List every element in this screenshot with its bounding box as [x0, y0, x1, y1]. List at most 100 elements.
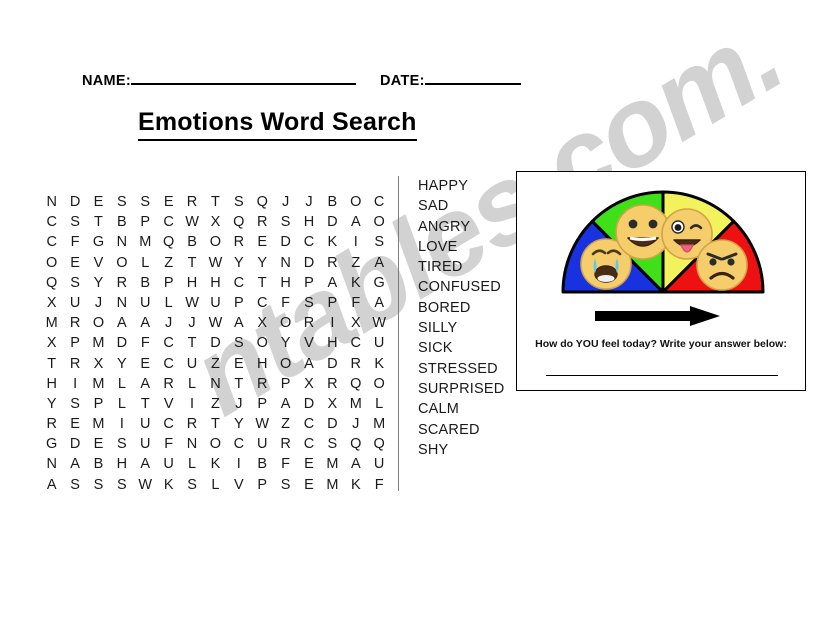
grid-cell[interactable]: S — [134, 192, 157, 212]
grid-cell[interactable]: R — [157, 374, 180, 394]
grid-cell[interactable]: F — [63, 232, 86, 252]
grid-cell[interactable]: M — [134, 232, 157, 252]
grid-cell[interactable]: E — [251, 232, 274, 252]
grid-cell[interactable]: B — [180, 232, 203, 252]
grid-cell[interactable]: R — [180, 414, 203, 434]
grid-cell[interactable]: P — [87, 394, 110, 414]
grid-cell[interactable]: Y — [87, 273, 110, 293]
grid-cell[interactable]: G — [40, 434, 63, 454]
grid-cell[interactable]: Q — [157, 232, 180, 252]
grid-cell[interactable]: Q — [367, 434, 390, 454]
grid-cell[interactable]: Y — [274, 333, 297, 353]
grid-cell[interactable]: X — [204, 212, 227, 232]
grid-cell[interactable]: K — [157, 475, 180, 495]
grid-cell[interactable]: X — [344, 313, 367, 333]
grid-cell[interactable]: R — [40, 414, 63, 434]
grid-cell[interactable]: I — [110, 414, 133, 434]
grid-cell[interactable]: H — [297, 212, 320, 232]
grid-cell[interactable]: M — [321, 454, 344, 474]
grid-cell[interactable]: A — [344, 212, 367, 232]
grid-cell[interactable]: L — [134, 253, 157, 273]
grid-cell[interactable]: Q — [251, 192, 274, 212]
word-list-item[interactable]: LOVE — [418, 237, 504, 257]
grid-cell[interactable]: E — [87, 192, 110, 212]
grid-cell[interactable]: F — [157, 434, 180, 454]
grid-cell[interactable]: N — [40, 192, 63, 212]
grid-cell[interactable]: V — [227, 475, 250, 495]
grid-cell[interactable]: C — [251, 293, 274, 313]
grid-cell[interactable]: Z — [344, 253, 367, 273]
grid-cell[interactable]: E — [157, 192, 180, 212]
grid-cell[interactable]: J — [297, 192, 320, 212]
grid-cell[interactable]: D — [321, 354, 344, 374]
grid-cell[interactable]: X — [297, 374, 320, 394]
grid-cell[interactable]: T — [204, 414, 227, 434]
date-input-line[interactable] — [424, 70, 521, 85]
grid-cell[interactable]: P — [134, 212, 157, 232]
grid-cell[interactable]: A — [321, 273, 344, 293]
grid-cell[interactable]: S — [110, 434, 133, 454]
grid-cell[interactable]: N — [274, 253, 297, 273]
grid-cell[interactable]: S — [227, 333, 250, 353]
grid-cell[interactable]: G — [87, 232, 110, 252]
word-list-item[interactable]: SHY — [418, 440, 504, 460]
grid-cell[interactable]: X — [40, 333, 63, 353]
grid-cell[interactable]: U — [204, 293, 227, 313]
grid-cell[interactable]: U — [367, 454, 390, 474]
grid-cell[interactable]: R — [180, 192, 203, 212]
grid-cell[interactable]: D — [63, 434, 86, 454]
grid-cell[interactable]: P — [251, 475, 274, 495]
grid-cell[interactable]: C — [297, 232, 320, 252]
grid-cell[interactable]: Z — [204, 394, 227, 414]
grid-cell[interactable]: R — [63, 313, 86, 333]
grid-cell[interactable]: T — [134, 394, 157, 414]
grid-cell[interactable]: P — [321, 293, 344, 313]
word-list-item[interactable]: CONFUSED — [418, 277, 504, 297]
word-list-item[interactable]: STRESSED — [418, 359, 504, 379]
grid-cell[interactable]: U — [251, 434, 274, 454]
grid-cell[interactable]: Q — [344, 434, 367, 454]
grid-cell[interactable]: M — [40, 313, 63, 333]
grid-cell[interactable]: V — [157, 394, 180, 414]
grid-cell[interactable]: E — [63, 253, 86, 273]
grid-cell[interactable]: D — [110, 333, 133, 353]
grid-cell[interactable]: C — [227, 273, 250, 293]
grid-cell[interactable]: K — [344, 475, 367, 495]
grid-cell[interactable]: Y — [251, 253, 274, 273]
grid-cell[interactable]: J — [227, 394, 250, 414]
grid-cell[interactable]: V — [87, 253, 110, 273]
grid-cell[interactable]: B — [87, 454, 110, 474]
grid-cell[interactable]: E — [297, 475, 320, 495]
grid-cell[interactable]: A — [63, 454, 86, 474]
grid-cell[interactable]: P — [157, 273, 180, 293]
word-list-item[interactable]: SAD — [418, 196, 504, 216]
grid-cell[interactable]: D — [297, 394, 320, 414]
grid-cell[interactable]: I — [227, 454, 250, 474]
grid-cell[interactable]: D — [204, 333, 227, 353]
grid-cell[interactable]: T — [204, 192, 227, 212]
grid-cell[interactable]: A — [134, 374, 157, 394]
grid-cell[interactable]: N — [204, 374, 227, 394]
grid-cell[interactable]: J — [87, 293, 110, 313]
grid-cell[interactable]: C — [297, 434, 320, 454]
word-list-item[interactable]: BORED — [418, 298, 504, 318]
grid-cell[interactable]: X — [251, 313, 274, 333]
grid-cell[interactable]: O — [110, 253, 133, 273]
grid-cell[interactable]: A — [367, 253, 390, 273]
grid-cell[interactable]: S — [297, 293, 320, 313]
grid-cell[interactable]: M — [87, 414, 110, 434]
grid-cell[interactable]: B — [134, 273, 157, 293]
grid-cell[interactable]: D — [63, 192, 86, 212]
grid-cell[interactable]: L — [157, 293, 180, 313]
grid-cell[interactable]: K — [367, 354, 390, 374]
grid-cell[interactable]: C — [157, 354, 180, 374]
grid-cell[interactable]: Z — [204, 354, 227, 374]
grid-cell[interactable]: S — [87, 475, 110, 495]
grid-cell[interactable]: M — [344, 394, 367, 414]
grid-cell[interactable]: S — [110, 192, 133, 212]
grid-cell[interactable]: O — [274, 313, 297, 333]
grid-cell[interactable]: O — [87, 313, 110, 333]
grid-cell[interactable]: J — [274, 192, 297, 212]
grid-cell[interactable]: P — [274, 374, 297, 394]
grid-cell[interactable]: A — [40, 475, 63, 495]
